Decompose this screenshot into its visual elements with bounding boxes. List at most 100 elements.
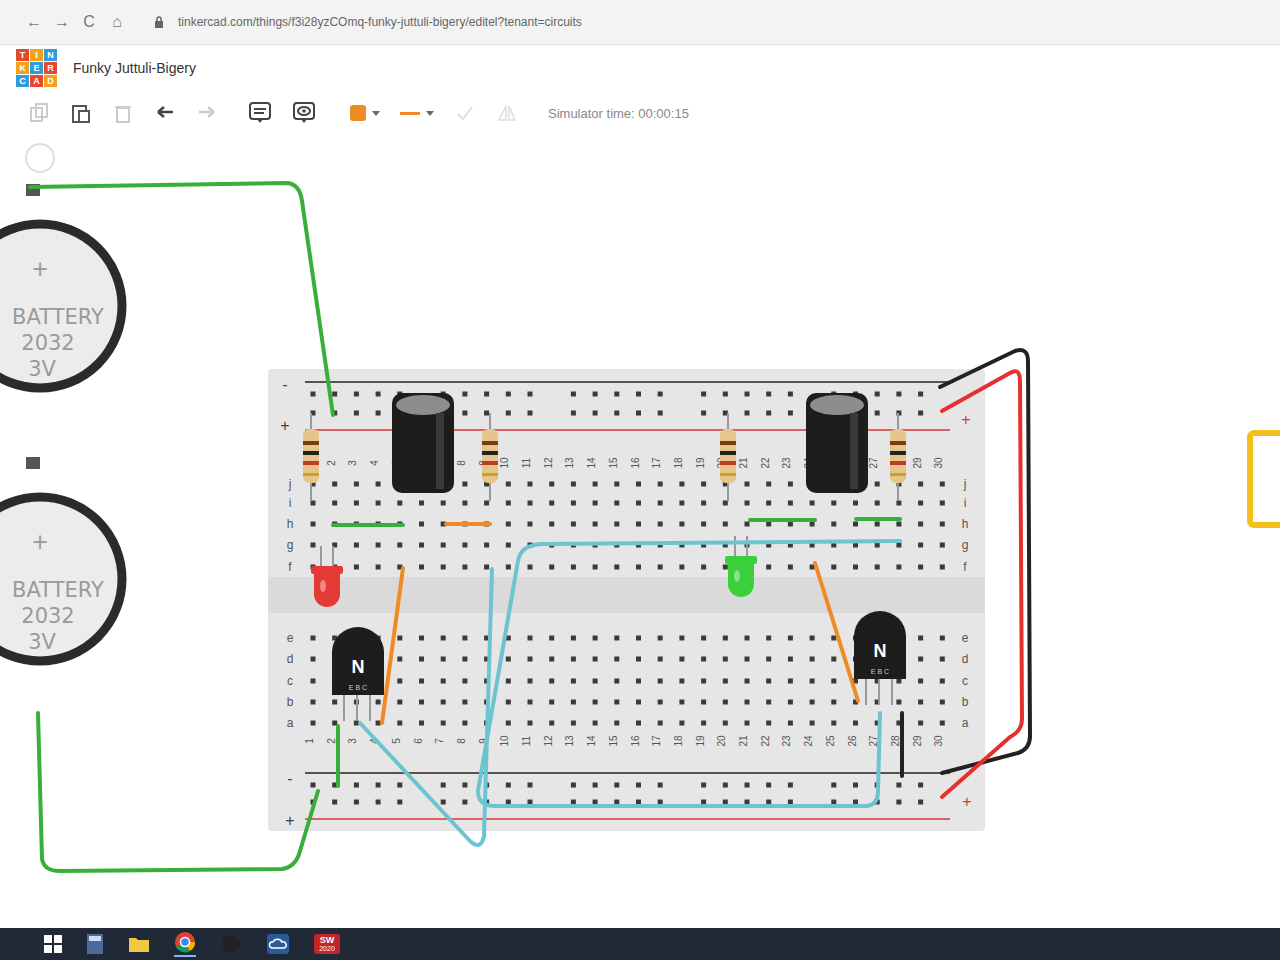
wire[interactable]	[38, 713, 318, 871]
led[interactable]	[311, 546, 343, 607]
tinkercad-logo[interactable]: TINKERCAD	[16, 49, 57, 87]
wire[interactable]	[478, 541, 900, 806]
svg-text:16: 16	[630, 735, 641, 747]
svg-text:22: 22	[760, 735, 771, 747]
check-icon[interactable]	[454, 102, 476, 124]
undo-icon[interactable]	[154, 102, 176, 124]
svg-text:15: 15	[608, 457, 619, 469]
chrome-icon[interactable]	[174, 931, 196, 957]
copy-icon[interactable]	[28, 102, 50, 124]
project-title[interactable]: Funky Juttuli-Bigery	[73, 60, 196, 76]
resistor[interactable]	[720, 413, 736, 501]
svg-text:+: +	[962, 793, 971, 810]
delete-icon[interactable]	[112, 102, 134, 124]
app-icon[interactable]	[220, 933, 242, 955]
note-icon[interactable]	[248, 101, 272, 125]
breadboard[interactable]: -++-++1122334455667788991010111112121313…	[268, 369, 985, 831]
svg-text:3V: 3V	[28, 630, 56, 654]
wire[interactable]	[360, 569, 492, 845]
svg-text:j: j	[963, 477, 967, 491]
svg-text:h: h	[962, 517, 969, 531]
wire[interactable]	[815, 563, 858, 701]
redo-icon[interactable]	[196, 102, 218, 124]
svg-text:22: 22	[760, 457, 771, 469]
svg-text:E B C: E B C	[871, 668, 889, 675]
nav-button[interactable]: ⌂	[110, 13, 124, 31]
nav-button[interactable]: ←	[26, 13, 40, 31]
svg-text:7: 7	[434, 738, 445, 744]
wire[interactable]	[942, 371, 1022, 797]
svg-text:g: g	[962, 538, 969, 552]
folder-icon[interactable]	[128, 935, 150, 953]
svg-text:3: 3	[347, 738, 358, 744]
nav-button[interactable]: C	[82, 13, 96, 31]
svg-text:16: 16	[630, 457, 641, 469]
svg-text:19: 19	[695, 735, 706, 747]
coin-battery[interactable]: +BATTERY20323V	[0, 184, 122, 388]
npn-transistor[interactable]: N E B C	[854, 611, 906, 705]
svg-text:14: 14	[586, 457, 597, 469]
svg-text:13: 13	[564, 735, 575, 747]
flip-icon[interactable]	[496, 102, 518, 124]
svg-text:10: 10	[499, 735, 510, 747]
line-style-picker[interactable]	[400, 112, 420, 115]
svg-text:21: 21	[738, 457, 749, 469]
svg-text:15: 15	[608, 735, 619, 747]
svg-text:d: d	[287, 652, 294, 666]
svg-text:BATTERY: BATTERY	[12, 578, 104, 602]
svg-text:5: 5	[391, 738, 402, 744]
svg-text:30: 30	[933, 735, 944, 747]
eye-icon[interactable]	[292, 101, 316, 125]
svg-text:j: j	[288, 477, 292, 491]
svg-text:+: +	[280, 417, 289, 434]
wire[interactable]	[940, 350, 1030, 773]
svg-text:g: g	[287, 538, 294, 552]
svg-text:h: h	[287, 517, 294, 531]
wire[interactable]	[30, 183, 333, 415]
svg-text:8: 8	[456, 738, 467, 744]
svg-text:18: 18	[673, 735, 684, 747]
svg-text:+: +	[961, 411, 970, 428]
circuit-diagram: +BATTERY20323V+BATTERY20323V-++-++112233…	[0, 135, 1280, 928]
wire[interactable]	[446, 522, 490, 526]
wire[interactable]	[900, 713, 904, 776]
resistor[interactable]	[482, 413, 498, 501]
npn-transistor[interactable]: NE B C	[332, 627, 384, 721]
paste-icon[interactable]	[70, 102, 92, 124]
capacitor[interactable]	[806, 393, 868, 493]
svg-text:e: e	[287, 631, 294, 645]
wire[interactable]	[856, 517, 900, 521]
svg-text:20: 20	[716, 735, 727, 747]
svg-text:23: 23	[781, 457, 792, 469]
color-picker[interactable]	[350, 105, 366, 121]
svg-text:d: d	[962, 652, 969, 666]
fit-view-icon[interactable]	[26, 144, 54, 172]
svg-text:6: 6	[413, 738, 424, 744]
led[interactable]	[725, 536, 757, 597]
svg-text:N: N	[874, 641, 887, 661]
svg-text:28: 28	[890, 735, 901, 747]
wire[interactable]	[382, 568, 403, 723]
solidworks-icon[interactable]: SW2020	[314, 934, 340, 954]
svg-text:19: 19	[695, 457, 706, 469]
svg-text:2032: 2032	[21, 604, 74, 628]
wire[interactable]	[750, 518, 815, 522]
wire[interactable]	[336, 726, 340, 786]
svg-text:-: -	[287, 770, 292, 787]
caret-icon[interactable]	[426, 111, 434, 116]
url-field[interactable]: tinkercad.com/things/f3i28yzCOmq-funky-j…	[178, 15, 582, 29]
wire[interactable]	[333, 523, 403, 527]
svg-text:+: +	[31, 257, 49, 281]
caret-icon[interactable]	[372, 111, 380, 116]
capacitor[interactable]	[392, 393, 454, 493]
resistor[interactable]	[303, 413, 319, 501]
nav-button[interactable]: →	[54, 13, 68, 31]
cloud-app-icon[interactable]	[266, 933, 290, 955]
svg-text:21: 21	[738, 735, 749, 747]
coin-battery[interactable]: +BATTERY20323V	[0, 457, 122, 661]
circuit-canvas[interactable]: +BATTERY20323V+BATTERY20323V-++-++112233…	[0, 135, 1280, 928]
calculator-icon[interactable]	[86, 933, 104, 955]
windows-start-icon[interactable]	[44, 935, 62, 953]
resistor[interactable]	[890, 413, 906, 501]
panel-tab[interactable]	[1250, 433, 1280, 525]
